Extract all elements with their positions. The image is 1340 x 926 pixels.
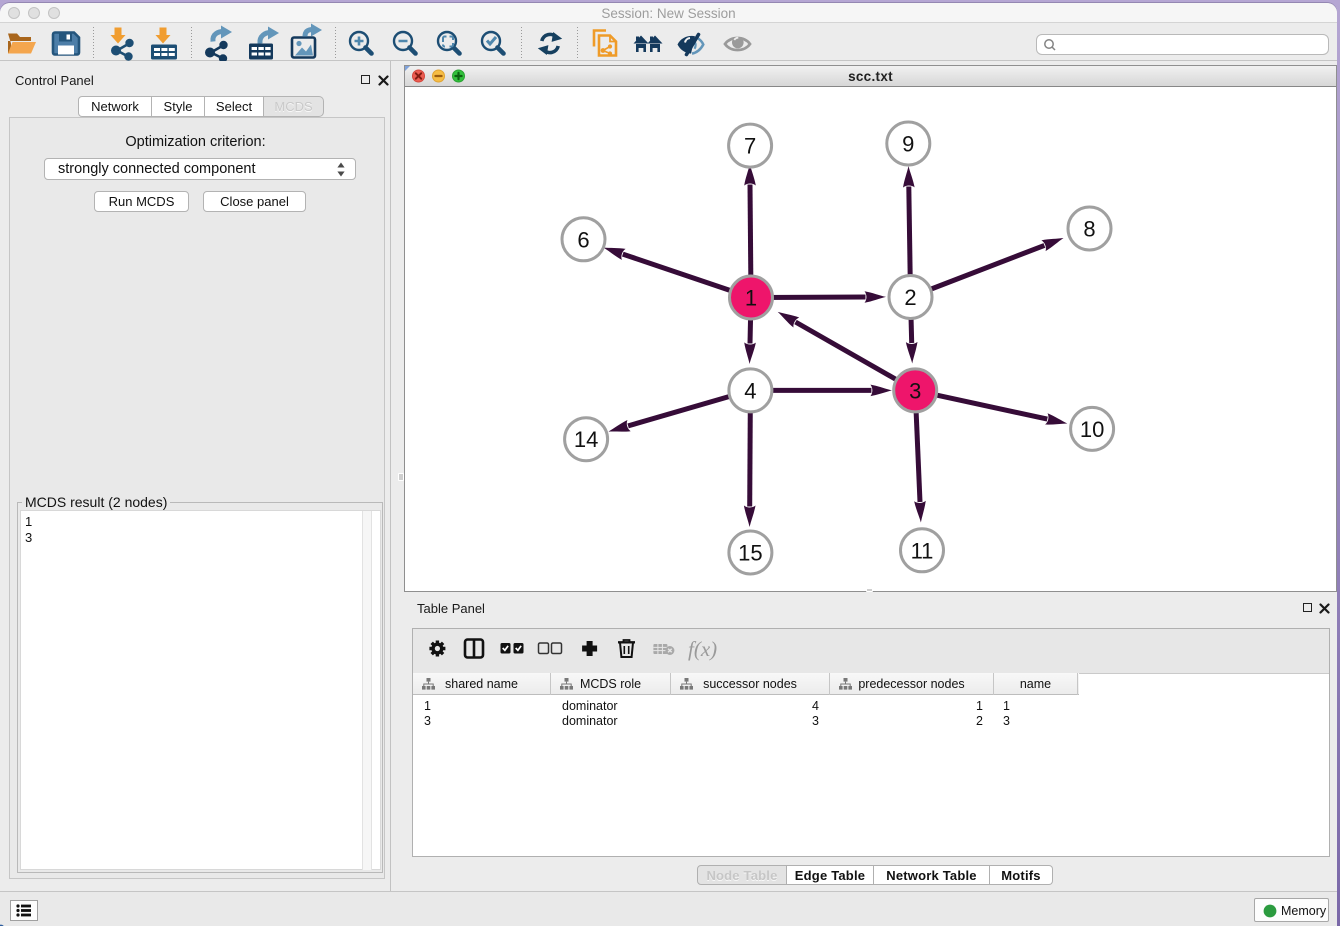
svg-text:3: 3: [909, 378, 921, 403]
svg-text:1: 1: [745, 286, 757, 311]
svg-text:f(x): f(x): [688, 637, 717, 661]
svg-text:10: 10: [1080, 417, 1104, 442]
svg-text:9: 9: [902, 132, 914, 157]
svg-text:11: 11: [911, 538, 934, 563]
svg-text:2: 2: [904, 285, 916, 310]
svg-text:6: 6: [577, 227, 589, 252]
svg-text:4: 4: [744, 378, 756, 403]
svg-text:15: 15: [738, 541, 762, 566]
svg-text:14: 14: [574, 427, 598, 452]
svg-text:7: 7: [744, 134, 756, 159]
svg-text:8: 8: [1083, 217, 1095, 242]
